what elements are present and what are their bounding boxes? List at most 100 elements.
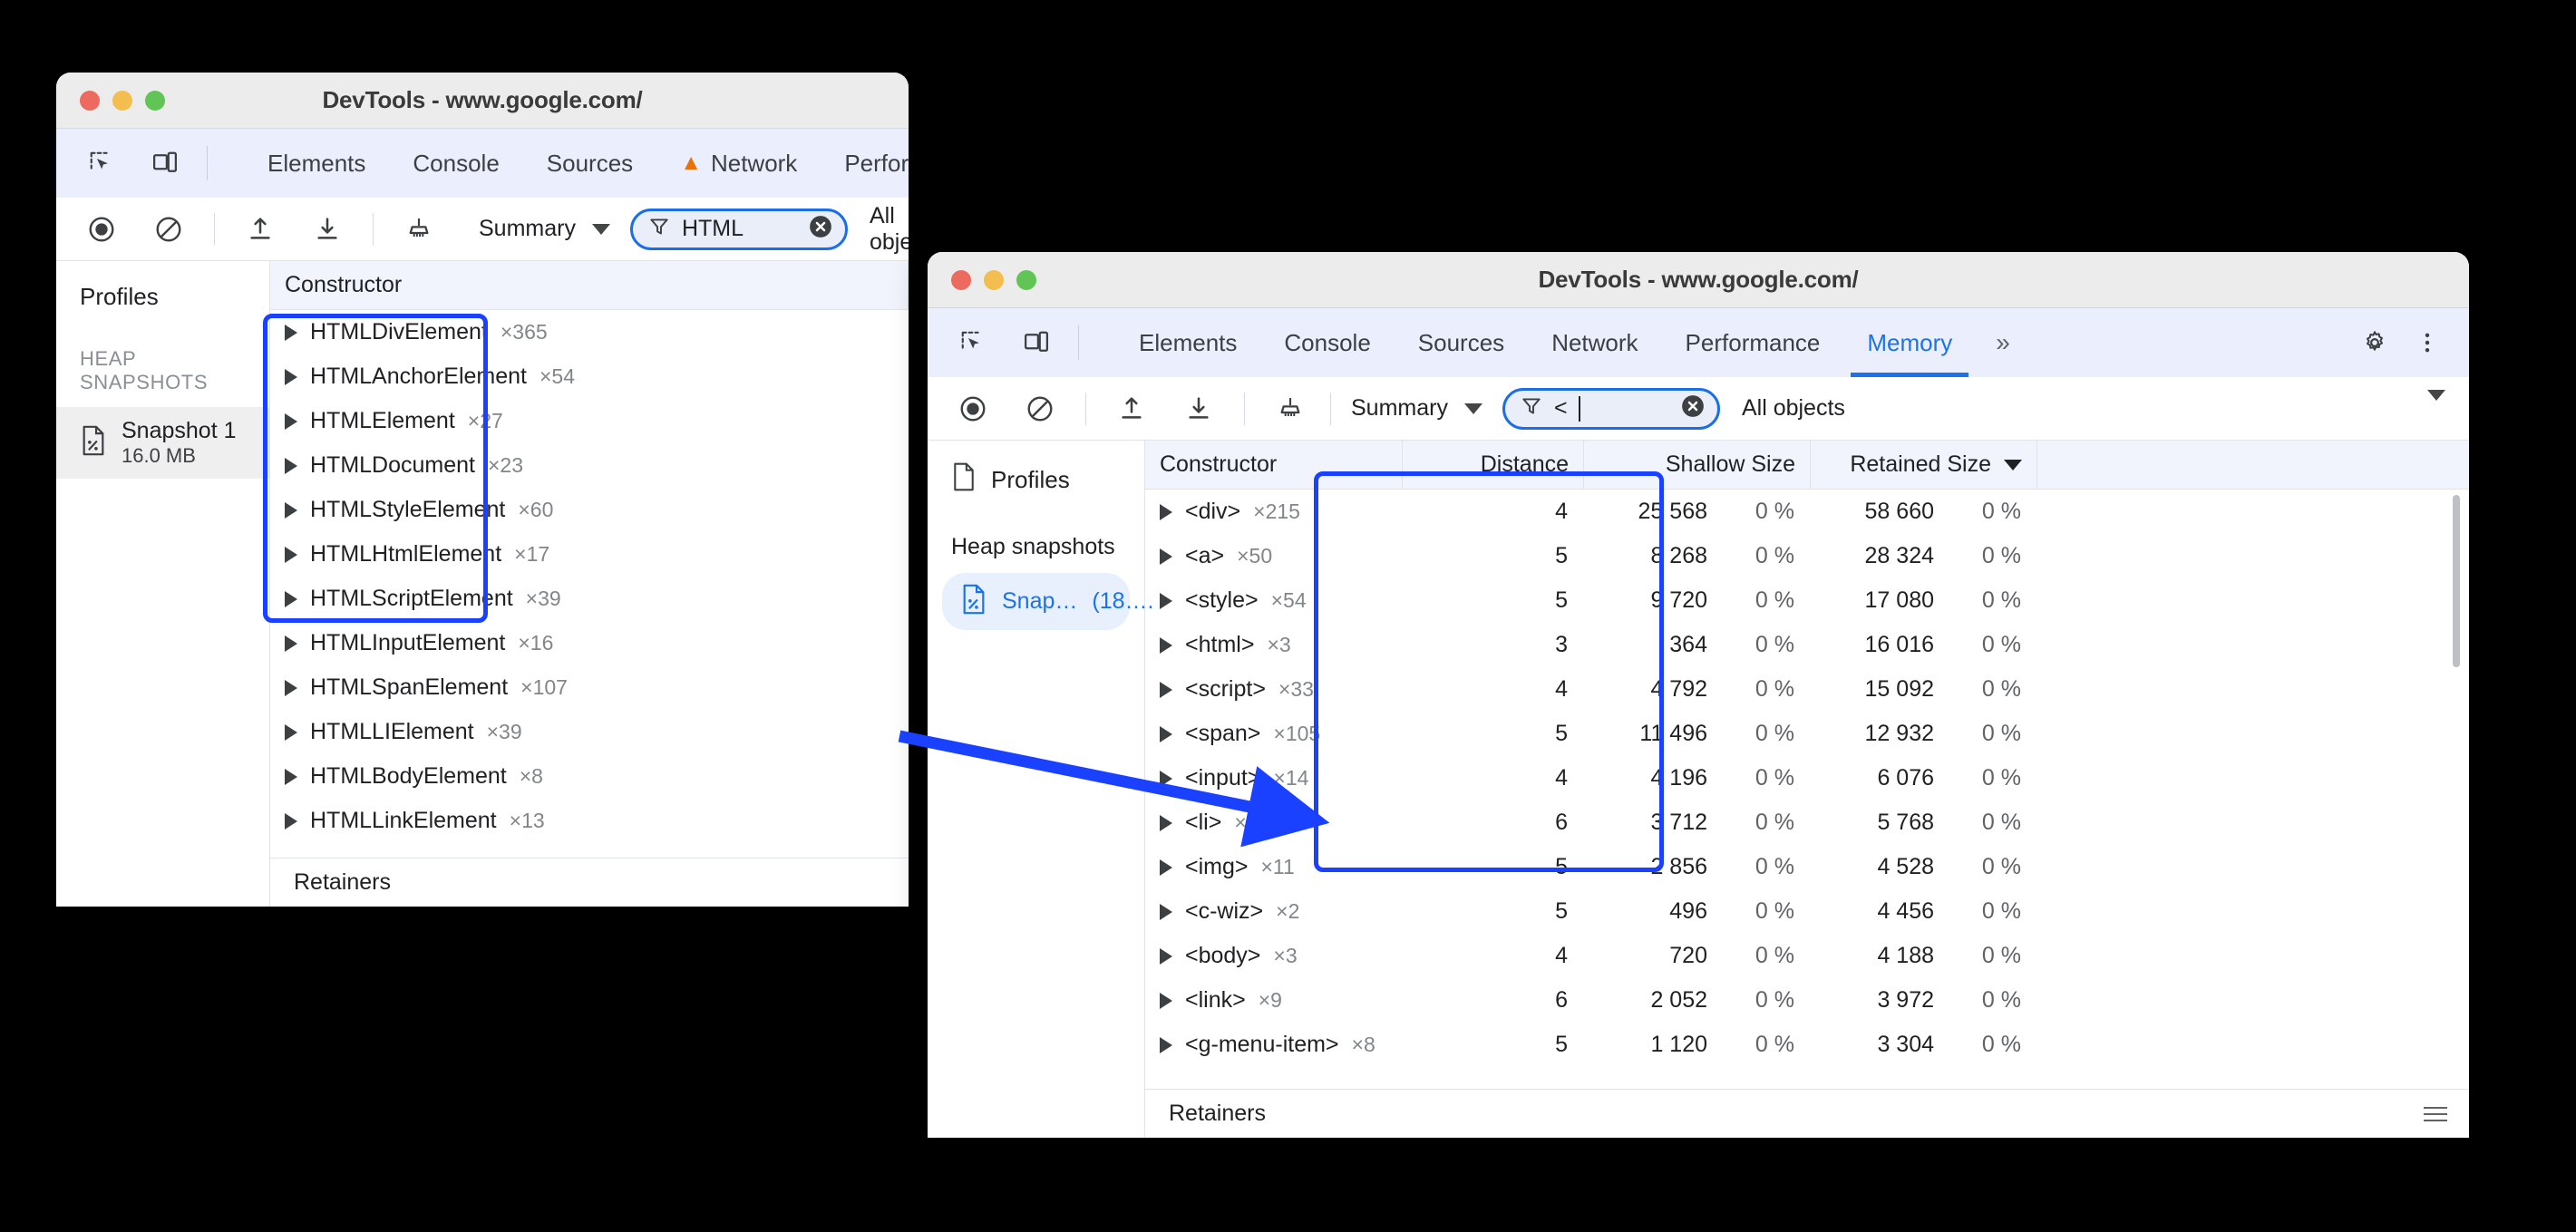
constructor-cell[interactable]: <li> ×35 (1145, 810, 1403, 836)
table-row[interactable]: <div> ×215 4 25 568 0 % 58 660 0 % (1145, 490, 2469, 534)
tab-network[interactable]: ▲ Network (656, 129, 821, 198)
device-toolbar-icon[interactable] (143, 141, 187, 185)
constructor-cell[interactable]: <img> ×11 (1145, 854, 1403, 880)
constructor-cell[interactable]: HTMLAnchorElement ×54 (270, 364, 575, 390)
collect-garbage-icon[interactable] (1269, 387, 1312, 431)
tab-elements[interactable]: Elements (244, 129, 389, 198)
expand-triangle-icon[interactable] (1160, 814, 1172, 831)
window2-objects-select[interactable]: All objects (1720, 395, 1845, 422)
table-row[interactable]: HTMLStyleElement ×60 (270, 488, 909, 532)
download-icon[interactable] (306, 208, 349, 251)
table-row[interactable]: <style> ×54 5 9 720 0 % 17 080 0 % (1145, 578, 2469, 623)
table-row[interactable]: HTMLLinkElement ×13 (270, 799, 909, 843)
constructor-cell[interactable]: HTMLLIElement ×39 (270, 719, 522, 745)
column-header-constructor[interactable]: Constructor (1145, 441, 1403, 489)
window1-sidebar[interactable]: Profiles HEAP SNAPSHOTS Snapshot 1 16.0 … (56, 261, 270, 907)
expand-triangle-icon[interactable] (285, 768, 297, 785)
expand-triangle-icon[interactable] (1160, 592, 1172, 609)
window1-memory-actions[interactable] (56, 208, 459, 251)
window2-devtools-tools[interactable] (928, 321, 1099, 364)
table-row[interactable]: <a> ×50 5 8 268 0 % 28 324 0 % (1145, 534, 2469, 578)
constructor-cell[interactable]: HTMLScriptElement ×39 (270, 586, 561, 612)
sidebar-item-snapshot-1[interactable]: Snapshot 1 16.0 MB (56, 407, 269, 479)
constructor-cell[interactable]: HTMLStyleElement ×60 (270, 497, 553, 523)
window2-filter-input[interactable]: < (1502, 387, 1720, 430)
window1-filter-input[interactable]: HTML (629, 208, 848, 250)
sidebar-item-profiles[interactable]: Profiles (928, 441, 1144, 519)
table-row[interactable]: <body> ×3 4 720 0 % 4 188 0 % (1145, 934, 2469, 978)
table-row[interactable]: HTMLDocument ×23 (270, 443, 909, 488)
sidebar-item-profiles[interactable]: Profiles (56, 261, 269, 333)
expand-triangle-icon[interactable] (285, 368, 297, 385)
table-row[interactable]: HTMLScriptElement ×39 (270, 577, 909, 621)
table-row[interactable]: <g-menu-item> ×8 5 1 120 0 % 3 304 0 % (1145, 1023, 2469, 1067)
collect-garbage-icon[interactable] (397, 208, 441, 251)
constructor-cell[interactable]: HTMLSpanElement ×107 (270, 674, 568, 701)
column-header-constructor[interactable]: Constructor (270, 261, 909, 309)
clear-filter-icon[interactable] (807, 213, 834, 245)
constructor-cell[interactable]: <c-wiz> ×2 (1145, 898, 1403, 925)
table-row[interactable]: HTMLBodyElement ×8 (270, 754, 909, 799)
grid-scrollbar[interactable] (2453, 495, 2460, 667)
constructor-cell[interactable]: <input> ×14 (1145, 765, 1403, 791)
expand-triangle-icon[interactable] (285, 412, 297, 430)
table-row[interactable]: HTMLSpanElement ×107 (270, 665, 909, 710)
download-icon[interactable] (1177, 387, 1220, 431)
constructor-cell[interactable]: HTMLBodyElement ×8 (270, 763, 543, 790)
tab-performance[interactable]: Performance (821, 129, 909, 198)
expand-triangle-icon[interactable] (1160, 859, 1172, 876)
expand-triangle-icon[interactable] (1160, 681, 1172, 698)
window1-view-select[interactable]: Summary (459, 216, 630, 242)
tab-sources[interactable]: Sources (523, 129, 656, 198)
expand-triangle-icon[interactable] (285, 590, 297, 607)
expand-triangle-icon[interactable] (285, 635, 297, 652)
constructor-cell[interactable]: HTMLDocument ×23 (270, 452, 523, 479)
tab-sources[interactable]: Sources (1395, 308, 1528, 377)
constructor-cell[interactable]: HTMLHtmlElement ×17 (270, 541, 549, 567)
table-row[interactable]: HTMLDivElement ×365 (270, 310, 909, 354)
window2-view-select[interactable]: Summary (1331, 395, 1502, 422)
constructor-cell[interactable]: HTMLElement ×27 (270, 408, 503, 434)
expand-triangle-icon[interactable] (285, 501, 297, 519)
constructor-cell[interactable]: <span> ×105 (1145, 721, 1403, 747)
table-row[interactable]: HTMLElement ×27 (270, 399, 909, 443)
table-row[interactable]: <link> ×9 6 2 052 0 % 3 972 0 % (1145, 978, 2469, 1023)
window2-objects-caret[interactable] (2427, 389, 2469, 417)
clear-icon[interactable] (147, 208, 190, 251)
inspect-element-icon[interactable] (951, 321, 995, 364)
table-row[interactable]: HTMLAnchorElement ×54 (270, 354, 909, 399)
constructor-cell[interactable]: <html> ×3 (1145, 632, 1403, 658)
window2-grid-rows[interactable]: <div> ×215 4 25 568 0 % 58 660 0 % <a> ×50 5 8 268… (1145, 490, 2469, 1089)
constructor-cell[interactable]: <link> ×9 (1145, 987, 1403, 1014)
constructor-cell[interactable]: HTMLDivElement ×365 (270, 319, 548, 345)
expand-triangle-icon[interactable] (1160, 636, 1172, 654)
window1-grid-rows[interactable]: HTMLDivElement ×365 HTMLAnchorElement ×54 HT… (270, 310, 909, 858)
table-row[interactable]: <script> ×33 4 4 792 0 % 15 092 0 % (1145, 667, 2469, 712)
record-icon[interactable] (951, 387, 995, 431)
constructor-cell[interactable]: <script> ×33 (1145, 676, 1403, 703)
constructor-cell[interactable]: <body> ×3 (1145, 943, 1403, 969)
expand-triangle-icon[interactable] (285, 812, 297, 829)
menu-icon[interactable] (2424, 1106, 2447, 1121)
expand-triangle-icon[interactable] (285, 679, 297, 696)
sidebar-item-snapshot[interactable]: Snap… (18…. (942, 573, 1153, 630)
gear-icon[interactable] (2353, 321, 2396, 364)
record-icon[interactable] (80, 208, 123, 251)
device-toolbar-icon[interactable] (1015, 321, 1058, 364)
upload-icon[interactable] (1110, 387, 1153, 431)
window1-objects-select[interactable]: All objects (848, 203, 909, 256)
expand-triangle-icon[interactable] (285, 324, 297, 341)
table-row[interactable]: <html> ×3 3 364 0 % 16 016 0 % (1145, 623, 2469, 667)
constructor-cell[interactable]: <div> ×215 (1145, 499, 1403, 525)
constructor-cell[interactable]: <g-menu-item> ×8 (1145, 1032, 1403, 1058)
clear-icon[interactable] (1018, 387, 1062, 431)
tab-console[interactable]: Console (1260, 308, 1394, 377)
constructor-cell[interactable]: <style> ×54 (1145, 587, 1403, 614)
expand-triangle-icon[interactable] (1160, 770, 1172, 787)
table-row[interactable]: <img> ×11 5 2 856 0 % 4 528 0 % (1145, 845, 2469, 889)
table-row[interactable]: HTMLInputElement ×16 (270, 621, 909, 665)
expand-triangle-icon[interactable] (1160, 903, 1172, 920)
tab-memory[interactable]: Memory (1843, 308, 1976, 377)
expand-triangle-icon[interactable] (1160, 503, 1172, 520)
expand-triangle-icon[interactable] (1160, 1036, 1172, 1053)
